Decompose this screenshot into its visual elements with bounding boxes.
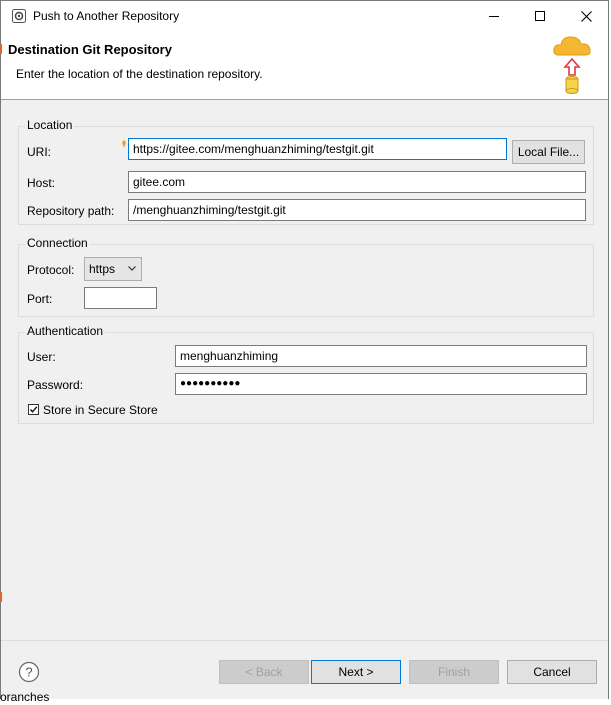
password-label: Password: xyxy=(27,378,84,392)
background-text: oranches xyxy=(0,690,50,704)
checkmark-icon xyxy=(29,406,38,413)
page-description: Enter the location of the destination re… xyxy=(16,67,263,81)
chevron-down-icon xyxy=(128,266,136,271)
user-input[interactable] xyxy=(175,345,587,367)
maximize-button[interactable] xyxy=(517,1,563,32)
close-button[interactable] xyxy=(563,1,609,32)
next-button[interactable]: Next > xyxy=(311,660,401,684)
page-title: Destination Git Repository xyxy=(8,42,172,57)
uri-label: URI: xyxy=(27,145,51,159)
wizard-content: Location URI: Local File... Host: Reposi… xyxy=(1,100,608,640)
help-icon[interactable]: ? xyxy=(18,661,40,683)
store-secure-label[interactable]: Store in Secure Store xyxy=(43,403,158,417)
host-label: Host: xyxy=(27,176,56,190)
uri-input[interactable] xyxy=(128,138,507,160)
back-button[interactable]: < Back xyxy=(219,660,309,684)
finish-button[interactable]: Finish xyxy=(409,660,499,684)
eclipse-gear-icon xyxy=(12,9,26,23)
repository-path-input[interactable] xyxy=(128,199,586,221)
background-window-edge xyxy=(0,44,2,54)
port-input[interactable] xyxy=(84,287,157,309)
protocol-label: Protocol: xyxy=(27,263,75,277)
location-group-label: Location xyxy=(25,118,75,132)
user-label: User: xyxy=(27,350,56,364)
store-secure-checkbox[interactable] xyxy=(28,404,39,415)
wizard-banner: Destination Git Repository Enter the loc… xyxy=(1,32,608,100)
window-title: Push to Another Repository xyxy=(33,9,180,23)
host-input[interactable] xyxy=(128,171,586,193)
cancel-button[interactable]: Cancel xyxy=(507,660,597,684)
wizard-footer: ? < Back Next > Finish Cancel xyxy=(1,640,608,699)
password-input[interactable]: ●●●●●●●●●● xyxy=(175,373,587,395)
content-assist-icon xyxy=(121,137,127,148)
title-bar[interactable]: Push to Another Repository xyxy=(1,1,608,32)
background-window-edge xyxy=(0,592,2,602)
close-icon xyxy=(581,11,592,22)
push-dialog-window: Push to Another Repository Destination G… xyxy=(0,0,609,699)
local-file-button[interactable]: Local File... xyxy=(512,140,585,164)
repository-path-label: Repository path: xyxy=(27,204,115,218)
protocol-selected-value: https xyxy=(89,262,116,276)
port-label: Port: xyxy=(27,292,53,306)
svg-text:?: ? xyxy=(25,665,32,680)
minimize-button[interactable] xyxy=(471,1,517,32)
protocol-select[interactable]: https xyxy=(84,257,142,281)
authentication-group-label: Authentication xyxy=(25,324,106,338)
connection-group-label: Connection xyxy=(25,236,90,250)
cloud-push-icon xyxy=(553,36,591,94)
